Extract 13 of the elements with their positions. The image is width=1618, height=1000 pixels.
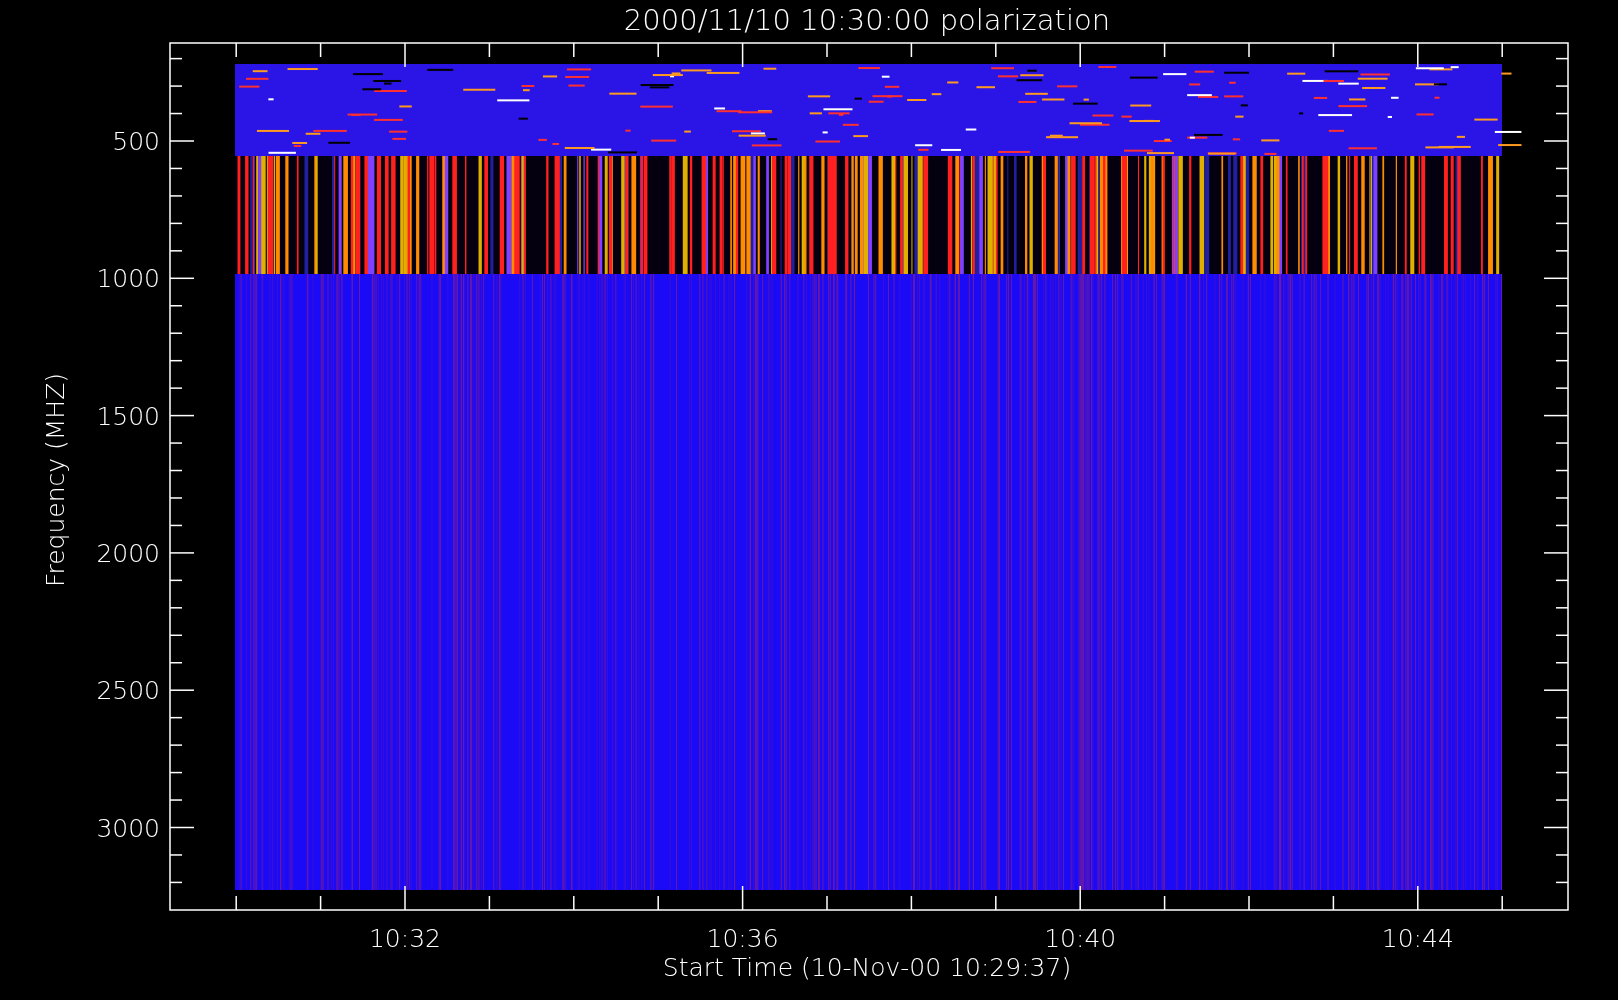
x-tick-label: 10:36 bbox=[706, 924, 779, 953]
y-tick-label: 3000 bbox=[96, 813, 160, 843]
x-axis-label: Start Time (10-Nov-00 10:29:37) bbox=[662, 953, 1072, 982]
y-tick-label: 2500 bbox=[96, 676, 160, 706]
y-tick-label: 1000 bbox=[96, 264, 160, 294]
plot-title: 2000/11/10 10:30:00 polarization bbox=[623, 3, 1111, 37]
y-tick-label: 2000 bbox=[96, 538, 160, 568]
y-tick-label: 1500 bbox=[96, 401, 160, 431]
y-axis-label: Frequency (MHZ) bbox=[41, 372, 70, 588]
x-tick-label: 10:44 bbox=[1381, 924, 1454, 953]
x-tick-label: 10:32 bbox=[369, 924, 441, 953]
x-tick-label: 10:40 bbox=[1044, 924, 1117, 953]
y-tick-label: 500 bbox=[112, 127, 160, 156]
